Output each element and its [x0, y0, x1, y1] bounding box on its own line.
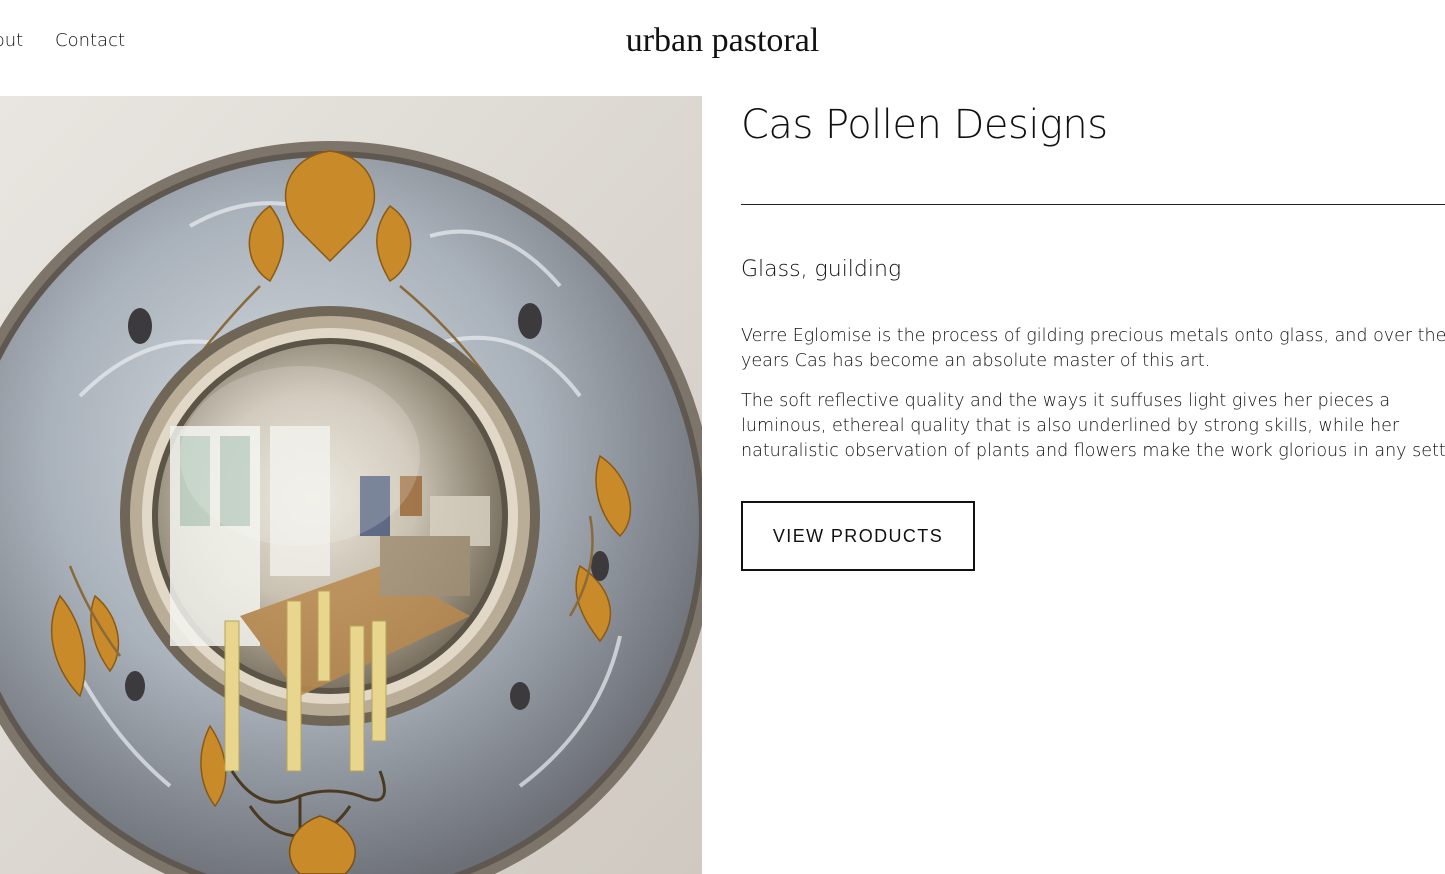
- maker-subtitle: Glass, guilding: [741, 257, 902, 282]
- description-paragraph: The soft reflective quality and the ways…: [741, 391, 1445, 461]
- product-image: [0, 96, 702, 874]
- maker-title: Cas Pollen Designs: [741, 102, 1108, 148]
- page: About Contact urban pastoral: [0, 0, 1445, 874]
- title-divider: [741, 204, 1445, 205]
- view-products-button[interactable]: VIEW PRODUCTS: [741, 501, 975, 571]
- site-logo[interactable]: urban pastoral: [0, 22, 1445, 60]
- description-paragraph: Verre Eglomise is the process of gilding…: [741, 326, 1445, 371]
- mirror-illustration: [0, 96, 702, 874]
